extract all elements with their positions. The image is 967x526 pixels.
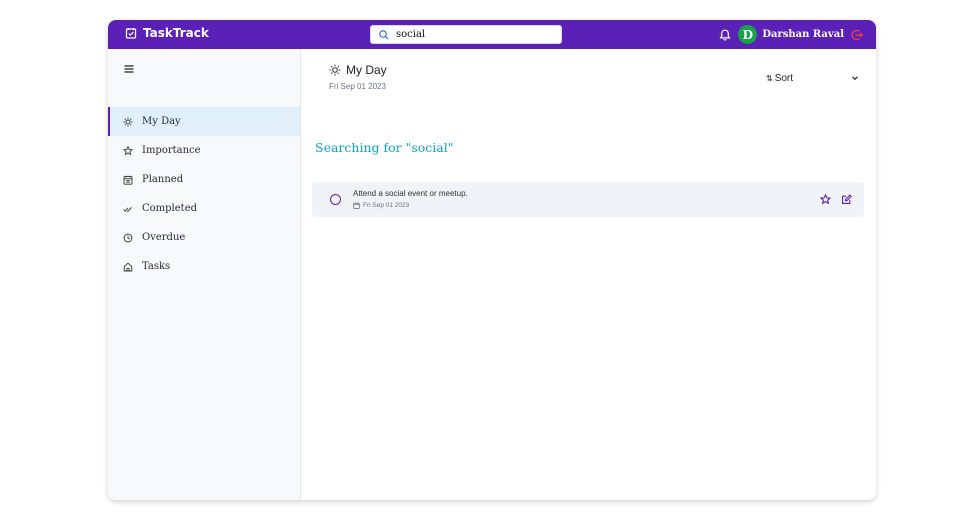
star-icon [123,145,133,156]
search-results-heading: Searching for "social" [315,140,454,155]
page-heading: My Day [329,63,387,77]
chevron-down-icon [850,73,860,83]
sidebar-item-tasks[interactable]: Tasks [108,252,300,281]
sidebar-item-importance[interactable]: Importance [108,136,300,165]
sidebar-nav: My Day Importance Planned Completed Over… [108,107,300,281]
page-date: Fri Sep 01 2023 [329,82,386,91]
sidebar-item-my-day[interactable]: My Day [108,107,300,136]
user-area: D Darshan Raval [718,25,864,44]
search-input[interactable] [396,26,556,43]
task-title[interactable]: Attend a social event or meetup. [353,189,468,198]
sidebar-item-planned[interactable]: Planned [108,165,300,194]
sidebar-item-label: Tasks [142,261,171,272]
sidebar-item-label: Completed [142,203,198,214]
task-complete-checkbox[interactable] [330,194,341,205]
sort-dropdown[interactable]: ⇅ Sort [766,71,860,85]
sidebar-item-completed[interactable]: Completed [108,194,300,223]
hamburger-icon[interactable] [123,63,135,75]
sun-icon [123,117,133,127]
main-panel: My Day Fri Sep 01 2023 ⇅ Sort Searching … [301,49,876,500]
avatar[interactable]: D [738,25,758,44]
check-double-icon [123,204,133,214]
search-icon [378,29,390,41]
task-item[interactable]: Attend a social event or meetup. Fri Sep… [312,182,864,217]
page-title: My Day [346,63,387,77]
star-icon[interactable] [820,194,831,205]
edit-icon[interactable] [841,194,852,205]
sidebar-item-overdue[interactable]: Overdue [108,223,300,252]
sort-label: Sort [774,72,794,84]
sidebar-item-label: Overdue [142,232,186,243]
sidebar-item-label: Importance [142,145,201,156]
search-box[interactable] [370,25,562,44]
sidebar-item-label: Planned [142,174,184,185]
sidebar: My Day Importance Planned Completed Over… [108,49,301,500]
logout-icon[interactable] [850,28,864,42]
sun-icon [329,64,341,76]
brand[interactable]: TaskTrack [125,26,209,40]
home-icon [123,262,133,272]
user-name[interactable]: Darshan Raval [762,29,844,40]
top-bar: TaskTrack D Darshan Raval [108,20,876,49]
clock-icon [123,233,133,243]
sort-icon: ⇅ [766,73,773,83]
app-name: TaskTrack [143,26,209,40]
calendar-icon [123,175,133,185]
task-date: Fri Sep 01 2023 [363,202,410,209]
tasktrack-logo-icon [125,27,137,39]
task-meta: Fri Sep 01 2023 [353,202,409,209]
calendar-icon [353,202,360,209]
bell-icon[interactable] [718,28,732,42]
sidebar-item-label: My Day [142,116,181,127]
app-window: TaskTrack D Darshan Raval [108,20,876,500]
